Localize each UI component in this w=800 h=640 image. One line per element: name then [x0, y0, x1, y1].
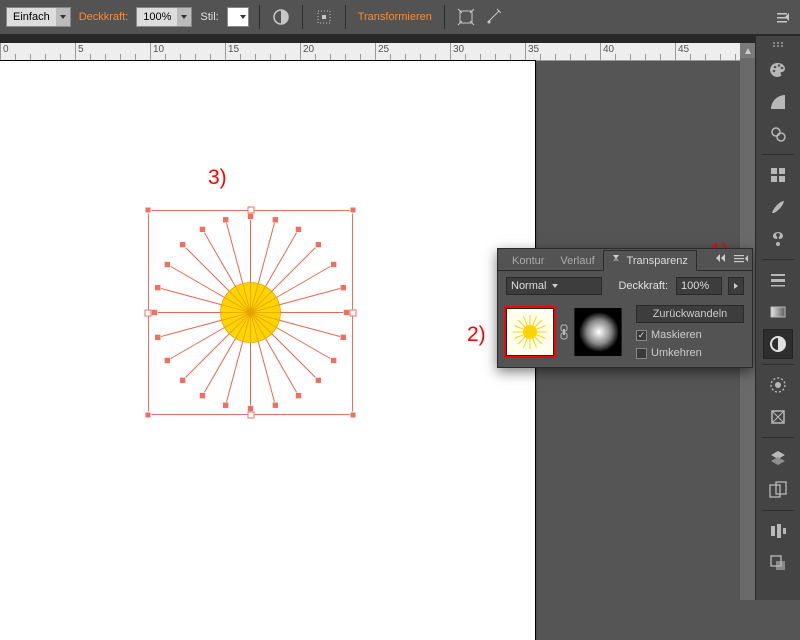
link-panel-icon[interactable] [763, 119, 793, 149]
appearance-icon[interactable] [763, 370, 793, 400]
blend-mode-dropdown[interactable]: Normal [506, 277, 602, 295]
recolor-icon[interactable] [270, 6, 292, 28]
swatches-icon[interactable] [763, 160, 793, 190]
panel-strip-bg [0, 36, 755, 43]
color-guide-icon[interactable] [763, 87, 793, 117]
opacity-flyout-arrow[interactable] [728, 277, 744, 295]
panel-opacity-field[interactable]: 100% [676, 277, 722, 295]
collapse-icon[interactable] [716, 253, 728, 263]
maskieren-checkbox[interactable]: Maskieren [636, 329, 744, 341]
control-bar-right [772, 6, 794, 28]
separator [302, 5, 303, 29]
align-panel-icon[interactable] [763, 516, 793, 546]
layers-icon[interactable] [763, 443, 793, 473]
symbols-icon[interactable] [763, 224, 793, 254]
transform-label: Transformieren [356, 11, 434, 23]
artboard[interactable]: 3) [0, 61, 535, 640]
annotation-2: 2) [467, 323, 486, 347]
transparency-panel-icon[interactable] [763, 329, 793, 359]
revert-mask-button[interactable]: Zurückwandeln [636, 305, 744, 323]
color-panel-icon[interactable] [763, 55, 793, 85]
link-mask-icon[interactable] [558, 324, 570, 340]
dock-grip-icon[interactable] [768, 42, 788, 48]
umkehren-checkbox[interactable]: Umkehren [636, 347, 744, 359]
mask-thumbnail[interactable] [574, 308, 622, 356]
style-label: Stil: [198, 11, 220, 23]
artboards-icon[interactable] [763, 475, 793, 505]
sun-artwork[interactable] [148, 210, 353, 415]
artwork-thumbnail[interactable] [506, 308, 554, 356]
expand-icon [612, 254, 622, 264]
panel-menu-icon[interactable] [772, 6, 794, 28]
transparency-panel[interactable]: Kontur Verlauf Transparenz Normal Deckkr… [497, 248, 753, 368]
gradient-panel-icon[interactable] [763, 297, 793, 327]
radial-mask-icon [575, 308, 621, 356]
scroll-up-arrow[interactable] [740, 43, 755, 58]
separator [345, 5, 346, 29]
separator [259, 5, 260, 29]
horizontal-ruler: 05101520253035404550 [0, 43, 740, 61]
stroke-panel-icon[interactable] [763, 265, 793, 295]
separator [444, 5, 445, 29]
opacity-label: Deckkraft: [77, 11, 131, 23]
tab-transparenz[interactable]: Transparenz [603, 250, 697, 271]
variant-dropdown[interactable]: Einfach [6, 7, 71, 27]
style-swatch[interactable] [227, 7, 249, 27]
panel-tabstrip: Kontur Verlauf Transparenz [498, 249, 752, 271]
selection-bounding-box[interactable] [148, 210, 353, 415]
annotation-3: 3) [208, 166, 227, 190]
tab-verlauf[interactable]: Verlauf [552, 252, 602, 270]
panel-options-icon[interactable] [734, 253, 748, 263]
opacity-field[interactable]: 100% [136, 7, 192, 27]
brushes-icon[interactable] [763, 192, 793, 222]
tab-kontur[interactable]: Kontur [504, 252, 552, 270]
edit-mask-icon[interactable] [483, 6, 505, 28]
graphic-styles-icon[interactable] [763, 402, 793, 432]
panel-opacity-label: Deckkraft: [616, 280, 670, 292]
panel-dock [755, 36, 800, 600]
pathfinder-icon[interactable] [763, 548, 793, 578]
sun-thumbnail-icon [510, 312, 550, 352]
control-bar: Einfach Deckkraft: 100% Stil: Transformi… [0, 0, 800, 36]
isolate-icon[interactable] [455, 6, 477, 28]
align-icon[interactable] [313, 6, 335, 28]
